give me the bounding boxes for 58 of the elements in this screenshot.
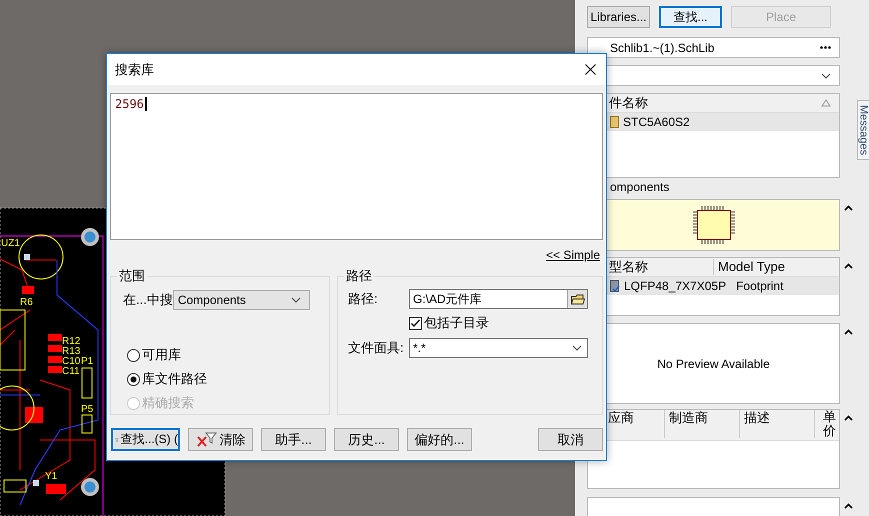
table-cell: LQFP48_7X7X05P [624, 279, 726, 293]
radio-option[interactable]: 可用库 [127, 346, 329, 364]
section-label: omponents [610, 180, 670, 194]
designator-label: UZ1 [1, 238, 20, 249]
dialog-button[interactable]: 助手... [261, 428, 326, 451]
field-label: 在...中搜 [123, 291, 173, 309]
library-name: Schlib1.~(1).SchLib [610, 40, 714, 54]
panel-button[interactable]: Libraries... [587, 6, 650, 28]
folder-icon[interactable] [570, 294, 584, 304]
dialog-button[interactable]: 偏好的... [407, 428, 472, 451]
radio-button-icon[interactable] [127, 372, 140, 386]
designator-label: R12 [62, 336, 80, 347]
column-header[interactable]: 描述 [740, 410, 815, 438]
field-label: 文件面具: [348, 339, 405, 357]
more-icon[interactable] [820, 46, 831, 49]
designator-label: P5 [81, 404, 94, 415]
dialog-title: 搜索库 [115, 60, 154, 78]
footprint-icon [610, 280, 620, 292]
dialog-button[interactable]: 历史... [334, 428, 399, 451]
designator-label: P1 [81, 356, 94, 367]
radio-button-icon[interactable] [127, 348, 140, 362]
designator-label: R13 [62, 346, 80, 357]
designator-label: C11 [62, 366, 80, 377]
column-header[interactable]: Model Type [714, 259, 839, 275]
group-title: 范围 [118, 267, 146, 285]
library-dropdown[interactable]: Schlib1.~(1).SchLib [587, 37, 840, 58]
field-label: 路径: [348, 290, 379, 308]
group-title: 路径 [345, 267, 373, 285]
table-cell: STC5A60S2 [623, 115, 690, 129]
table-cell: Footprint [736, 279, 784, 293]
close-icon[interactable] [585, 64, 596, 75]
component-icon [610, 116, 619, 128]
preview-message: No Preview Available [657, 356, 770, 370]
radio-option[interactable]: 库文件路径 [127, 370, 329, 388]
designator-label: C10 [62, 356, 80, 367]
chevron-up-icon[interactable] [844, 329, 853, 335]
dialog-button[interactable]: 清除 [188, 428, 253, 451]
dialog-button[interactable]: 取消 [538, 428, 603, 451]
chevron-up-icon[interactable] [844, 205, 853, 211]
clear-filter-icon [196, 432, 218, 448]
path-field[interactable]: G:\AD元件库 [409, 289, 588, 309]
checkbox-icon[interactable] [409, 316, 422, 330]
search-in-dropdown[interactable]: Components [172, 290, 310, 310]
chip-drawing [692, 206, 734, 244]
panel-button[interactable]: 查找... [659, 6, 722, 28]
column-header[interactable]: 单价 [815, 410, 837, 440]
designator-label: R6 [20, 297, 33, 308]
search-query-field[interactable]: 2596 [110, 93, 603, 240]
simple-link[interactable]: << Simple [546, 248, 600, 262]
chevron-up-icon[interactable] [844, 415, 853, 421]
side-tab[interactable]: Messages [856, 100, 869, 160]
chevron-up-icon[interactable] [844, 503, 853, 509]
include-subdirs-checkbox[interactable]: 包括子目录 [409, 314, 602, 332]
column-header[interactable]: 制造商 [665, 410, 740, 438]
file-mask-dropdown[interactable]: *.* [409, 338, 588, 358]
designator-label: Y1 [45, 471, 58, 482]
dialog-button[interactable]: 查找...(S) ( [111, 428, 180, 451]
chevron-up-icon[interactable] [844, 263, 853, 269]
